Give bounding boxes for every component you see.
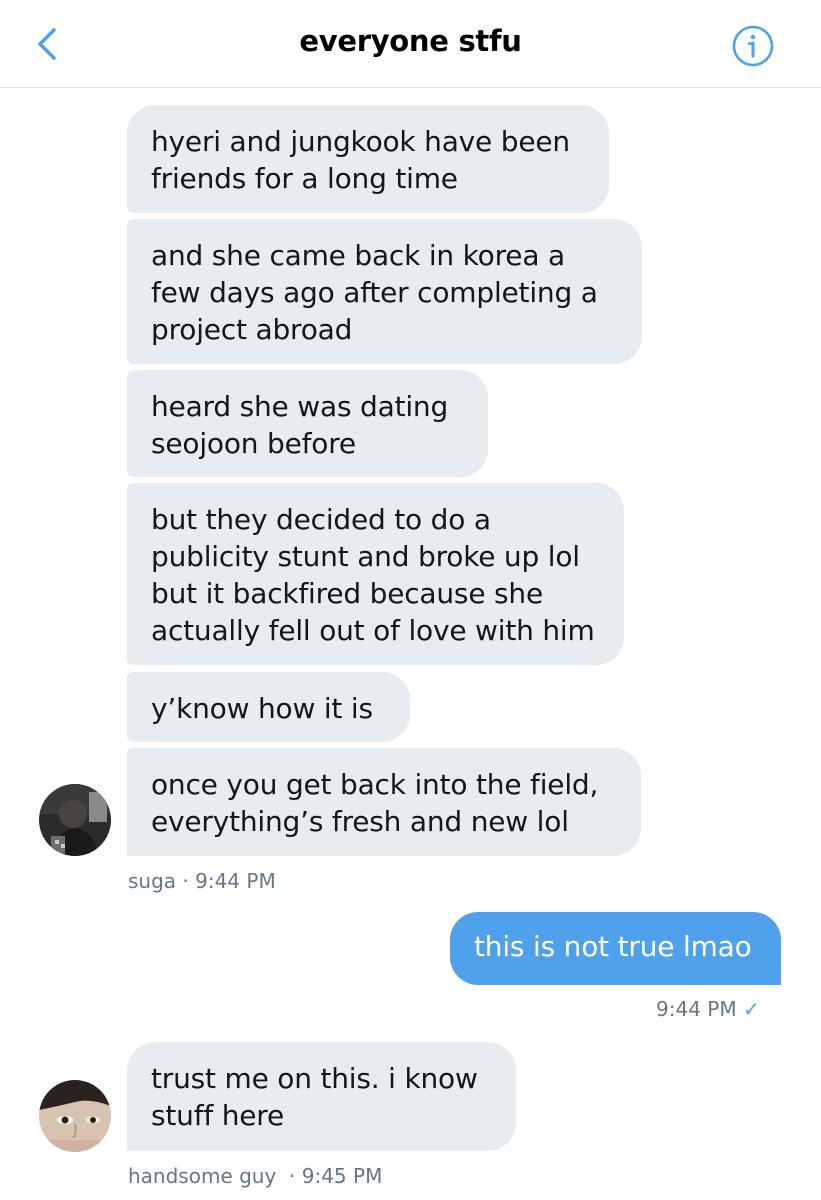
received-message[interactable]: heard she was dating seojoon before — [127, 370, 488, 477]
avatar[interactable] — [39, 784, 111, 856]
conversation-title: everyone stfu — [299, 24, 522, 58]
received-message[interactable]: y’know how it is — [127, 672, 410, 742]
message-meta: suga · 9:44 PM — [128, 869, 276, 893]
received-message[interactable]: trust me on this. i know stuff here — [127, 1042, 516, 1151]
avatar-photo — [39, 1080, 111, 1152]
message-meta: handsome guy · 9:45 PM — [128, 1164, 383, 1188]
avatar[interactable] — [39, 1080, 111, 1152]
avatar-photo — [39, 784, 111, 856]
sent-meta: 9:44 PM ✓ — [656, 997, 760, 1021]
received-message[interactable]: but they decided to do a publicity stunt… — [127, 483, 624, 665]
info-icon — [732, 25, 774, 67]
info-button[interactable] — [731, 24, 775, 68]
check-icon: ✓ — [742, 997, 760, 1021]
sent-message[interactable]: this is not true lmao — [450, 912, 781, 985]
received-message[interactable]: hyeri and jungkook have been friends for… — [127, 105, 609, 213]
received-message[interactable]: once you get back into the field, everyt… — [127, 748, 641, 856]
received-message[interactable]: and she came back in korea a few days ag… — [127, 219, 642, 364]
sent-time: 9:44 PM — [656, 997, 737, 1021]
dm-conversation: everyone stfu hyeri and jungkook have be… — [0, 0, 821, 1200]
conversation-header: everyone stfu — [0, 0, 821, 88]
